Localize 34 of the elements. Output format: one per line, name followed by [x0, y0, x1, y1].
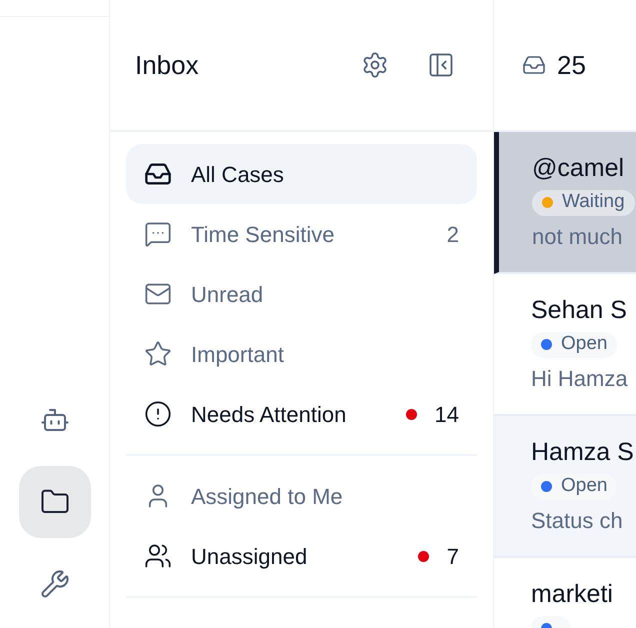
chat-bubble-icon	[144, 220, 172, 248]
case-preview: Status ch	[531, 506, 623, 534]
count-label: 7	[446, 542, 459, 570]
settings-icon	[361, 51, 389, 79]
nav-label: Time Sensitive	[191, 220, 334, 248]
case-title: @camel	[532, 153, 624, 184]
status-badge: Open	[531, 332, 618, 358]
star-icon	[144, 340, 172, 368]
case-title: Hamza S	[531, 437, 634, 468]
case-preview: Hi Hamza	[531, 364, 628, 392]
collapse-panel-icon	[427, 51, 455, 79]
exclamation-circle-icon	[144, 400, 172, 428]
status-badge: Open	[531, 474, 618, 500]
case-row[interactable]: @camel Waiting not much	[494, 132, 636, 274]
users-icon	[144, 542, 172, 570]
nav-label: Assigned to Me	[191, 482, 343, 511]
nav-label: Important	[191, 340, 284, 369]
nav-label: Needs Attention	[191, 400, 346, 428]
nav-label: Unassigned	[191, 542, 308, 571]
status-badge: Waiting	[532, 190, 635, 216]
case-title: Sehan S	[531, 295, 627, 326]
panel-title: Inbox	[135, 48, 199, 82]
case-preview: not much	[532, 222, 622, 250]
case-row[interactable]: Hamza S Open Status ch	[494, 416, 636, 558]
case-title: marketi	[531, 579, 613, 610]
nav-label: Unread	[191, 280, 264, 308]
wrench-icon	[40, 569, 70, 599]
count-label: 14	[434, 400, 459, 428]
inbox-icon	[522, 53, 546, 77]
case-count: 25	[557, 48, 586, 82]
nav-label: All Cases	[191, 160, 284, 188]
rail-button[interactable]	[18, 466, 90, 538]
nav-item[interactable]: All Cases	[126, 144, 477, 204]
count-label: 2	[446, 220, 459, 248]
